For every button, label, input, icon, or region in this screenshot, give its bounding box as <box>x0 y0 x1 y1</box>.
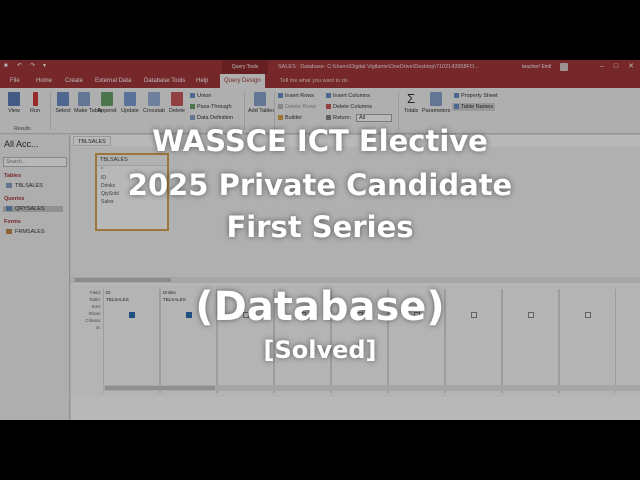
title-overlay: WASSCE ICT Elective 2025 Private Candida… <box>0 60 640 420</box>
overlay-solved-label: [Solved] <box>263 336 377 364</box>
overlay-title-line-3: First Series <box>226 210 414 244</box>
overlay-title-line-2: 2025 Private Candidate <box>127 168 513 202</box>
overlay-title-line-1: WASSCE ICT Elective <box>152 124 488 158</box>
letterbox-top <box>0 0 640 60</box>
letterbox-bottom <box>0 420 640 480</box>
overlay-subtitle: (Database) <box>195 284 445 330</box>
